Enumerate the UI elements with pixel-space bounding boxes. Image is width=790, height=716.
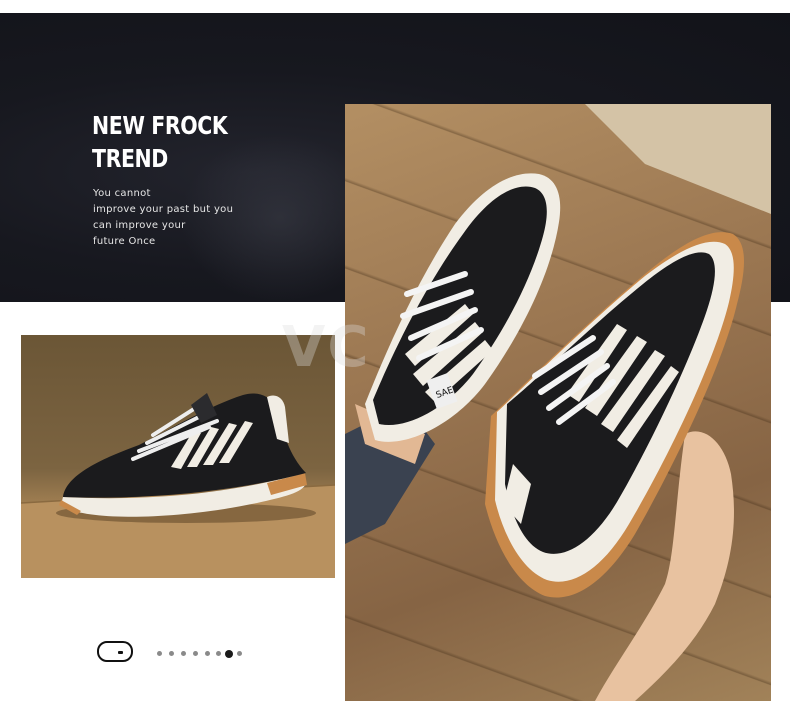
carousel-dot-5[interactable] [205,651,210,656]
carousel-toggle-button[interactable] [97,641,133,662]
toggle-knob-icon [118,651,123,654]
product-main-image: SAE [345,104,771,701]
carousel-dot-1[interactable] [157,651,162,656]
carousel-dot-7[interactable] [225,650,233,658]
sneakers-on-feet-illustration: SAE [345,104,771,701]
carousel-dot-8[interactable] [237,651,242,656]
carousel-dot-6[interactable] [216,651,221,656]
top-strip [0,0,790,13]
carousel-dot-3[interactable] [181,651,186,656]
carousel-dot-4[interactable] [193,651,198,656]
hero-title: NEW FROCK TREND [92,111,228,173]
watermark-text: VC [282,315,371,380]
hero-subtitle: You cannot improve your past but you can… [93,188,234,247]
carousel-dot-2[interactable] [169,651,174,656]
